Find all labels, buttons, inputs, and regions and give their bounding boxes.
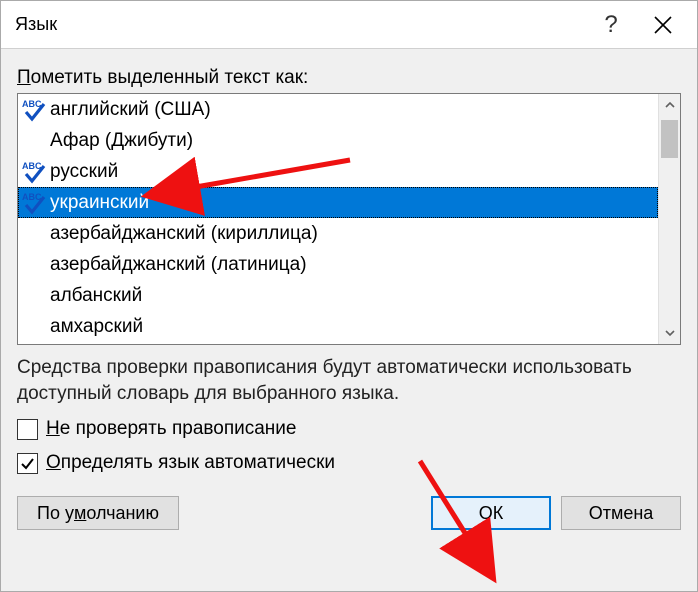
spellcheck-icon: ABC xyxy=(22,98,48,122)
dialog-title: Язык xyxy=(15,14,585,35)
scroll-track[interactable] xyxy=(659,116,680,322)
scrollbar[interactable] xyxy=(658,94,680,344)
language-name: Афар (Джибути) xyxy=(50,130,193,152)
language-item[interactable]: азербайджанский (кириллица) xyxy=(18,218,658,249)
language-item[interactable]: ABC украинский xyxy=(18,187,658,218)
language-name: албанский xyxy=(50,285,142,307)
spellcheck-icon-slot: ABC xyxy=(22,191,48,215)
scroll-thumb[interactable] xyxy=(661,120,678,158)
svg-text:ABC: ABC xyxy=(22,99,42,109)
svg-text:ABC: ABC xyxy=(22,192,42,202)
language-name: украинский xyxy=(50,192,149,214)
scroll-down-button[interactable] xyxy=(659,322,680,344)
ok-button[interactable]: ОК xyxy=(431,496,551,530)
chevron-up-icon xyxy=(665,100,675,110)
language-item[interactable]: амхарский xyxy=(18,311,658,342)
help-button[interactable]: ? xyxy=(585,2,637,48)
checkbox-label: Определять язык автоматически xyxy=(46,452,335,474)
info-text: Средства проверки правописания будут авт… xyxy=(17,355,681,406)
language-item[interactable]: азербайджанский (латиница) xyxy=(18,249,658,280)
language-item[interactable]: ABC английский (США) xyxy=(18,94,658,125)
checkmark-icon xyxy=(20,456,35,471)
language-name: английский (США) xyxy=(50,99,211,121)
checkbox-box[interactable] xyxy=(17,419,38,440)
language-item[interactable]: албанский xyxy=(18,280,658,311)
language-list-items: ABC английский (США) Афар (Джибути) ABC русс… xyxy=(18,94,658,344)
spellcheck-icon: ABC xyxy=(22,160,48,184)
language-dialog: Язык ? Пометить выделенный текст как: AB… xyxy=(0,0,698,592)
checkbox-box[interactable] xyxy=(17,453,38,474)
language-name: азербайджанский (латиница) xyxy=(50,254,307,276)
language-name: амхарский xyxy=(50,316,143,338)
spellcheck-icon: ABC xyxy=(22,191,48,215)
spellcheck-icon-slot: ABC xyxy=(22,98,48,122)
spellcheck-icon-slot: ABC xyxy=(22,160,48,184)
button-row: По умолчанию ОК Отмена xyxy=(17,496,681,530)
language-item[interactable]: ABC русский xyxy=(18,156,658,187)
cancel-button[interactable]: Отмена xyxy=(561,496,681,530)
dialog-content: Пометить выделенный текст как: ABC англий… xyxy=(1,49,697,591)
checkbox-label: Не проверять правописание xyxy=(46,418,296,440)
language-item[interactable]: Афар (Джибути) xyxy=(18,125,658,156)
close-button[interactable] xyxy=(637,2,689,48)
titlebar: Язык ? xyxy=(1,1,697,49)
language-name: русский xyxy=(50,161,118,183)
checkbox-no-spellcheck[interactable]: Не проверять правописание xyxy=(17,418,681,440)
close-icon xyxy=(654,16,672,34)
language-listbox[interactable]: ABC английский (США) Афар (Джибути) ABC русс… xyxy=(17,93,681,345)
language-name: азербайджанский (кириллица) xyxy=(50,223,318,245)
set-default-button[interactable]: По умолчанию xyxy=(17,496,179,530)
listbox-label: Пометить выделенный текст как: xyxy=(17,67,681,89)
checkbox-autodetect[interactable]: Определять язык автоматически xyxy=(17,452,681,474)
chevron-down-icon xyxy=(665,328,675,338)
svg-text:ABC: ABC xyxy=(22,161,42,171)
scroll-up-button[interactable] xyxy=(659,94,680,116)
